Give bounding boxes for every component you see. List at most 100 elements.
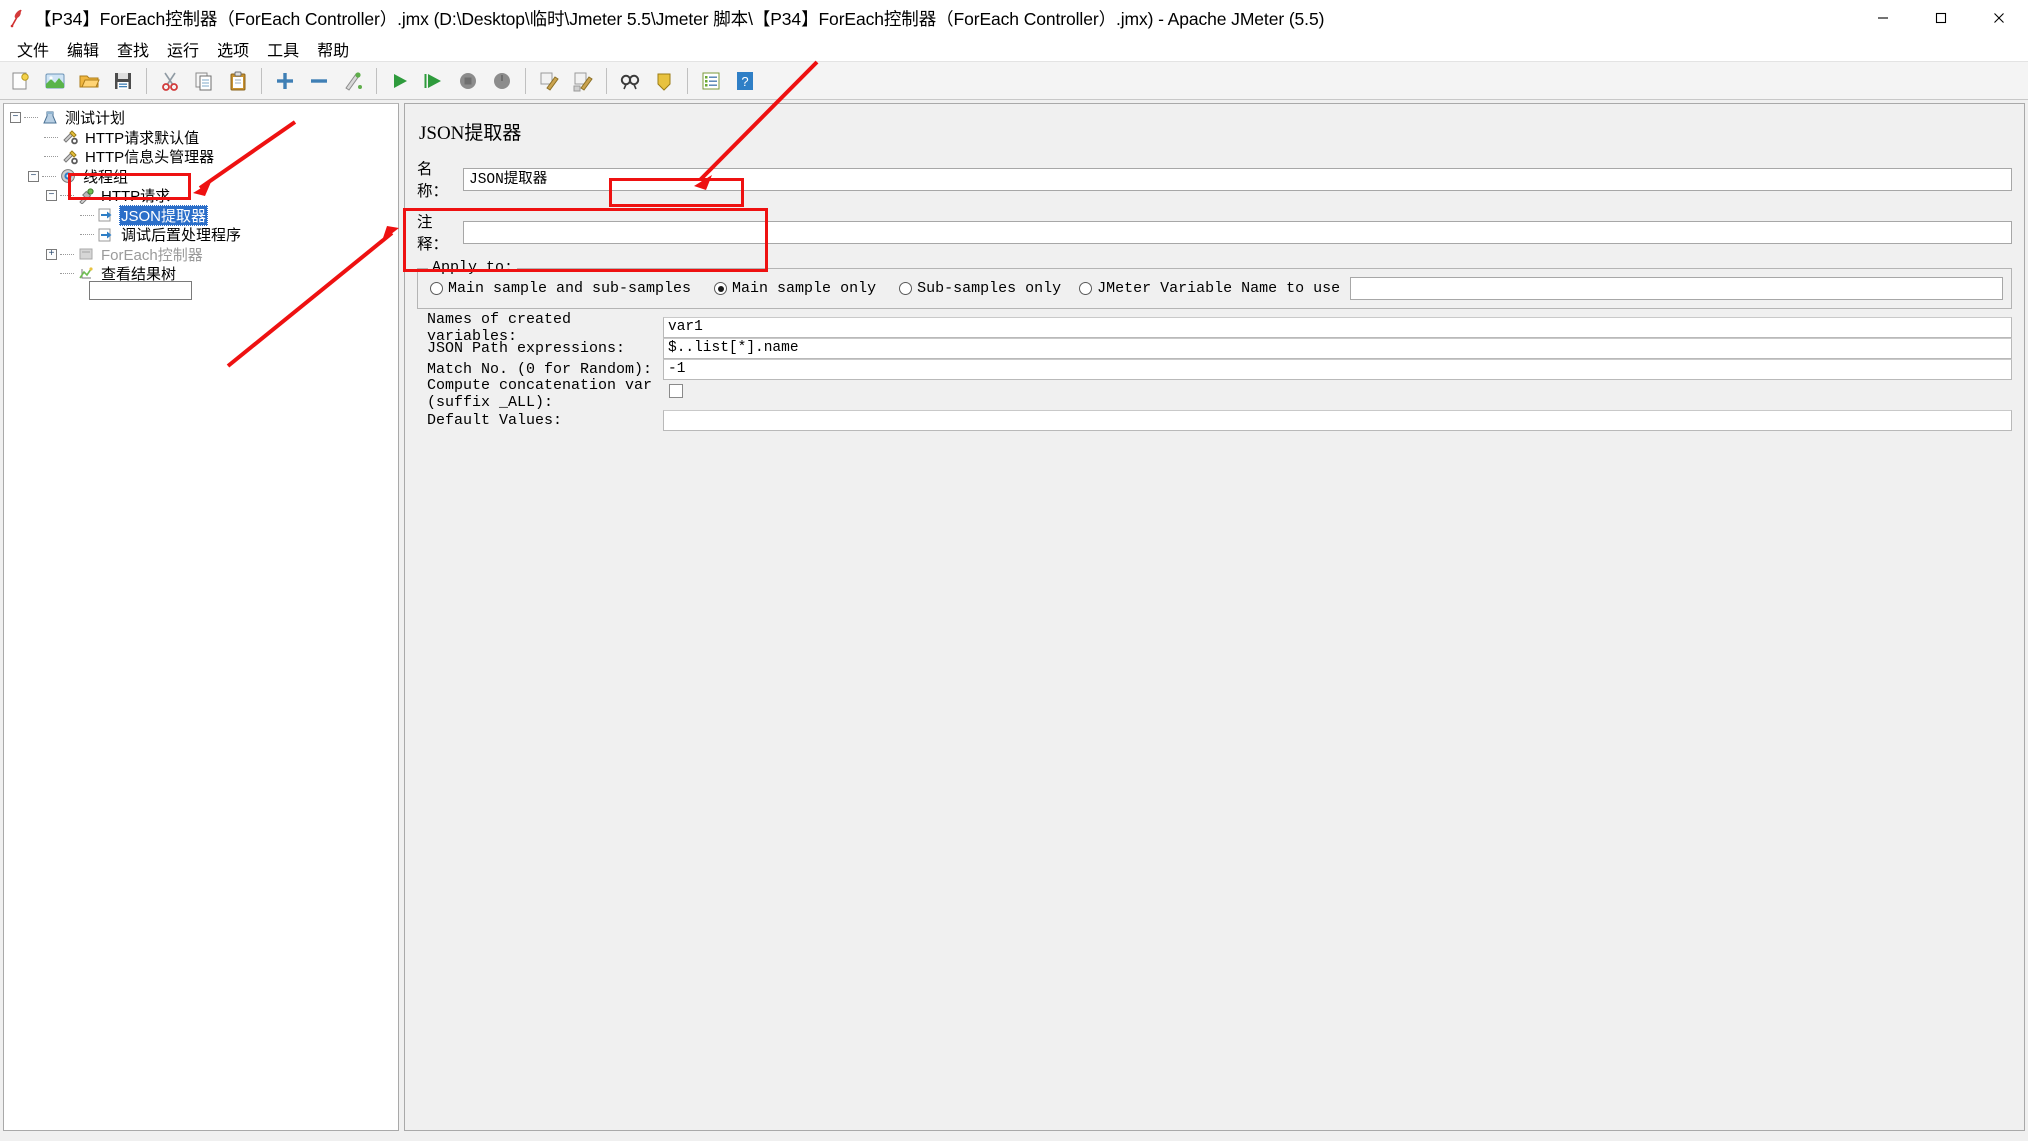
minimize-icon[interactable] [1854,0,1912,36]
radio-sub-only[interactable]: Sub-samples only [895,277,1065,300]
field-json-path-expressions[interactable]: $..list[*].name [663,338,2012,359]
tree-node-label: HTTP请求默认值 [85,129,200,147]
search-reset-icon[interactable] [649,66,679,96]
label-compute-concatenation: Compute concatenation var (suffix _ALL): [427,376,653,411]
start-icon[interactable] [385,66,415,96]
window-title: 【P34】ForEach控制器（ForEach Controller）.jmx … [34,8,1325,29]
copy-icon[interactable] [189,66,219,96]
collapse-all-icon[interactable] [304,66,334,96]
tree-connector [60,273,74,275]
comment-input[interactable] [463,220,2012,244]
help-icon[interactable]: ? [730,66,760,96]
radio-jmeter-variable[interactable]: JMeter Variable Name to use [1075,277,1344,300]
test-plan-icon [40,110,60,126]
radio-main-only[interactable]: Main sample only [705,277,885,300]
toolbar-separator [606,67,607,94]
open-icon[interactable] [74,66,104,96]
tree-connector [44,136,58,138]
toolbar-separator [261,67,262,94]
menu-run[interactable]: 运行 [158,35,208,63]
tree-node-http-request[interactable]: − HTTP请求 [4,186,398,206]
collapse-toggle-icon[interactable]: − [10,112,21,124]
maximize-icon[interactable] [1912,0,1970,36]
tree-node-rename-editor[interactable] [89,281,192,300]
comment-row: 注释： [417,210,2012,254]
json-extractor-panel: JSON提取器 名称： JSON提取器 注释： Apply to: Main s… [404,103,2025,1131]
logic-controller-icon [76,246,96,262]
tree-node-label: HTTP信息头管理器 [85,149,215,167]
paste-icon[interactable] [223,66,253,96]
save-icon[interactable] [108,66,138,96]
jmeter-variable-input[interactable] [1350,277,2003,300]
toolbar-separator [687,67,688,94]
window-controls [1854,0,2028,36]
toolbar-separator [146,67,147,94]
radio-unselected-icon [430,282,443,295]
tree-node-test-plan[interactable]: − 测试计划 [4,108,398,128]
row-json-path-expressions: JSON Path expressions: $..list[*].name [417,338,2012,359]
apply-to-label: Apply to: [428,259,518,276]
search-icon[interactable] [615,66,645,96]
field-default-values[interactable] [663,410,2012,431]
clear-icon[interactable] [534,66,564,96]
cut-icon[interactable] [155,66,185,96]
close-icon[interactable] [1970,0,2028,36]
templates-icon[interactable] [40,66,70,96]
extractor-fields: Names of created variables: var1 JSON Pa… [417,311,2012,431]
toolbar: ? [0,62,2028,100]
shutdown-icon[interactable] [487,66,517,96]
tree-connector [44,156,58,158]
start-no-pauses-icon[interactable] [419,66,449,96]
checkbox-compute-concatenation[interactable] [669,384,683,398]
tree-connector [60,253,74,255]
menu-file[interactable]: 文件 [8,35,58,63]
radio-selected-icon [714,282,728,295]
menu-options[interactable]: 选项 [208,35,258,63]
tree-node-foreach-controller[interactable]: + ForEach控制器 [4,245,398,265]
menu-tools[interactable]: 工具 [258,35,308,63]
tree-node-debug-post-processor[interactable]: 调试后置处理程序 [4,225,398,245]
name-label: 名称： [417,161,449,200]
title-bar: 【P34】ForEach控制器（ForEach Controller）.jmx … [0,0,2028,36]
jmeter-feather-icon [0,0,34,36]
tree-node-http-request-defaults[interactable]: HTTP请求默认值 [4,128,398,148]
menu-bar: 文件 编辑 查找 运行 选项 工具 帮助 [0,36,2028,62]
test-plan-tree: − 测试计划 HTTP请求默认值 HTTP信息头管理器 − 线程组 − HTTP… [4,108,398,284]
comment-label: 注释： [417,214,449,253]
thread-group-icon [58,168,78,184]
field-names-of-created-variables[interactable]: var1 [663,317,2012,338]
expand-toggle-icon[interactable]: + [46,248,57,260]
menu-edit[interactable]: 编辑 [58,35,108,63]
field-match-no[interactable]: -1 [663,359,2012,380]
radio-label: JMeter Variable Name to use [1097,280,1341,297]
config-element-icon [60,129,80,145]
clear-all-icon[interactable] [568,66,598,96]
radio-unselected-icon [899,282,913,295]
menu-search[interactable]: 查找 [108,35,158,63]
label-json-path-expressions: JSON Path expressions: [427,340,626,357]
name-input[interactable]: JSON提取器 [463,167,2012,191]
radio-main-and-sub[interactable]: Main sample and sub-samples [426,277,695,300]
http-sampler-icon [76,188,96,204]
page-title: JSON提取器 [419,123,522,144]
radio-label: Sub-samples only [917,280,1062,297]
toggle-icon[interactable] [338,66,368,96]
tree-node-json-extractor[interactable]: JSON提取器 [4,204,398,226]
tree-node-label: 调试后置处理程序 [121,227,242,245]
apply-to-radio-group: Main sample and sub-samples Main sample … [426,277,2003,300]
stop-icon[interactable] [453,66,483,96]
collapse-toggle-icon[interactable]: − [28,170,39,182]
tree-node-view-results-tree[interactable]: 查看结果树 [4,264,398,284]
tree-node-http-header-manager[interactable]: HTTP信息头管理器 [4,147,398,167]
collapse-toggle-icon[interactable]: − [46,190,57,202]
tree-node-label: ForEach控制器 [101,246,203,264]
function-helper-icon[interactable] [696,66,726,96]
post-processor-icon [96,227,116,243]
no-expander [66,210,77,221]
new-icon[interactable] [6,66,36,96]
expand-all-icon[interactable] [270,66,300,96]
test-plan-tree-pane[interactable]: − 测试计划 HTTP请求默认值 HTTP信息头管理器 − 线程组 − HTTP… [3,103,399,1131]
config-element-icon [60,149,80,165]
tree-node-thread-group[interactable]: − 线程组 [4,167,398,187]
menu-help[interactable]: 帮助 [308,35,358,63]
